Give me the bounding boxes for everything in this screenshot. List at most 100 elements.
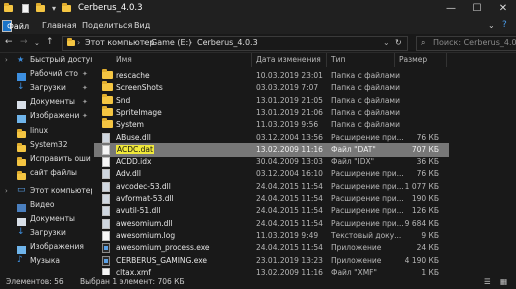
download-icon: ↓	[17, 82, 25, 92]
download-icon: ↓	[17, 227, 25, 237]
sidebar-item-12[interactable]: ↓ Загрузки	[0, 226, 92, 240]
sidebar-item-label: Документы	[30, 214, 75, 223]
forward-arrow-icon[interactable]: →	[20, 37, 28, 47]
sidebar-item-4[interactable]: Изображени ✦	[0, 109, 92, 123]
sidebar-item-label: Видео	[30, 200, 55, 209]
title-folder-icon	[62, 3, 71, 13]
back-arrow-icon[interactable]: ←	[5, 37, 13, 47]
sidebar-item-13[interactable]: Изображения	[0, 240, 92, 254]
expand-ribbon-icon[interactable]: ⌄	[488, 21, 495, 30]
sidebar-item-8[interactable]: сайт файлы	[0, 166, 92, 180]
highlighted-file-name: ACDC.dat	[116, 144, 154, 154]
exe-icon	[102, 243, 110, 254]
search-box[interactable]: ⌕ Поиск: Cerberus_4.0.3	[416, 36, 516, 51]
sidebar-item-label: Этот компьютер	[30, 186, 92, 195]
sidebar-item-label: Быстрый доступ	[30, 55, 92, 64]
file-row[interactable]: cltax.xmf 13.02.2009 11:16 Файл "XMF" 1 КБ	[94, 266, 449, 275]
ribbon-tabs: Файл Главная Поделиться Вид ⌄ ?	[0, 18, 516, 34]
sidebar-item-label: linux	[30, 126, 49, 135]
file-icon	[102, 194, 110, 204]
folder-icon	[102, 93, 113, 104]
details-view-icon[interactable]: ☰	[484, 275, 491, 289]
file-size: 1 КБ	[421, 267, 439, 275]
navigation-pane: › ★ Быстрый доступ Рабочий сто ✦ ↓ Загрузки ✦ До…	[0, 53, 92, 275]
address-dropdown-icon[interactable]: ⌄	[383, 38, 390, 47]
sidebar-item-14[interactable]: ♪ Музыка	[0, 254, 92, 268]
file-type: Файл "XMF"	[331, 267, 377, 275]
sidebar-item-3[interactable]: Документы ✦	[0, 95, 92, 109]
exe-icon	[102, 255, 110, 266]
sidebar-item-1[interactable]: Рабочий сто ✦	[0, 67, 92, 81]
quick-access-properties-icon[interactable]	[22, 4, 31, 13]
app-icon	[4, 3, 13, 13]
sidebar-item-9[interactable]: › ▭ Этот компьютер	[0, 184, 92, 198]
sidebar-item-0[interactable]: › ★ Быстрый доступ	[0, 53, 92, 67]
sidebar-item-2[interactable]: ↓ Загрузки ✦	[0, 81, 92, 95]
sidebar-item-label: Изображени	[30, 111, 80, 120]
sidebar-item-label: Загрузки	[30, 83, 66, 92]
file-icon	[102, 218, 110, 229]
pin-icon: ✦	[82, 98, 88, 106]
folder-icon	[102, 69, 113, 79]
breadcrumb-separator-icon: ›	[189, 38, 193, 47]
minimize-button[interactable]: —	[438, 0, 464, 18]
file-icon	[102, 230, 110, 241]
file-date: 13.02.2009 11:16	[256, 267, 323, 275]
folder-icon	[102, 105, 113, 116]
expand-chevron-icon[interactable]: ›	[5, 53, 8, 67]
breadcrumb-separator-icon: ›	[143, 38, 147, 47]
music-icon: ♪	[17, 255, 23, 265]
search-placeholder: Поиск: Cerberus_4.0.3	[433, 38, 516, 47]
tab-view[interactable]: Вид	[130, 20, 154, 32]
sidebar-item-label: Изображения	[30, 242, 84, 251]
window-title: Cerberus_4.0.3	[78, 3, 143, 13]
sidebar-item-11[interactable]: Документы	[0, 212, 92, 226]
column-header-type[interactable]: Тип	[327, 53, 395, 67]
column-header-name[interactable]: Имя	[94, 53, 252, 67]
up-arrow-icon[interactable]: ↑	[46, 37, 54, 47]
address-bar-row: ← → ⌄ ↑ › Этот компьютер › Game (E:) › C…	[0, 34, 516, 53]
computer-icon: ▭	[17, 185, 26, 195]
sidebar-item-6[interactable]: System32	[0, 138, 92, 152]
file-icon	[102, 206, 110, 217]
maximize-button[interactable]: ☐	[464, 0, 490, 18]
sidebar-item-label: System32	[30, 140, 68, 149]
folder-icon	[17, 169, 26, 183]
breadcrumb-separator-icon: ›	[77, 38, 81, 47]
sidebar-item-5[interactable]: linux	[0, 124, 92, 138]
quick-access-dropdown-icon[interactable]: ▾	[52, 4, 61, 13]
pin-icon: ✦	[82, 84, 88, 92]
address-path[interactable]: › Этот компьютер › Game (E:) › Cerberus_…	[62, 36, 408, 51]
item-count: Элементов: 56	[6, 277, 64, 286]
close-button[interactable]: ✕	[490, 0, 516, 18]
file-icon	[102, 169, 110, 180]
file-icon	[102, 132, 110, 143]
refresh-icon[interactable]: ↻	[395, 38, 402, 47]
sidebar-item-label: Загрузки	[30, 228, 66, 237]
tab-file[interactable]: Файл	[2, 20, 29, 32]
file-icon	[102, 144, 110, 155]
sidebar-item-10[interactable]: Видео	[0, 198, 92, 212]
sidebar-item-label: Рабочий сто	[30, 69, 78, 78]
tab-home[interactable]: Главная	[38, 20, 81, 32]
tab-share[interactable]: Поделиться	[78, 20, 136, 32]
quick-access-new-folder-icon[interactable]	[36, 3, 45, 13]
recent-locations-icon[interactable]: ⌄	[34, 39, 40, 47]
breadcrumb-folder[interactable]: Cerberus_4.0.3	[197, 38, 258, 47]
sidebar-item-label: Документы	[30, 97, 75, 106]
help-icon[interactable]: ?	[502, 20, 507, 30]
breadcrumb-drive[interactable]: Game (E:)	[151, 38, 191, 47]
column-header-date[interactable]: Дата изменения	[252, 53, 327, 67]
title-bar: ▾ Cerberus_4.0.3 — ☐ ✕	[0, 0, 516, 18]
sidebar-item-label: Музыка	[30, 256, 60, 265]
tiles-view-icon[interactable]: ▦	[500, 275, 507, 289]
file-icon	[102, 181, 110, 192]
sidebar-item-7[interactable]: Исправить оши	[0, 152, 92, 166]
status-bar: Элементов: 56 Выбран 1 элемент: 706 КБ ☰…	[0, 275, 516, 289]
search-icon: ⌕	[421, 38, 426, 47]
folder-icon	[102, 81, 113, 92]
pin-icon: ✦	[82, 70, 88, 78]
expand-chevron-icon[interactable]: ›	[5, 184, 8, 198]
column-header-size[interactable]: Размер	[395, 53, 447, 67]
file-list: Имя Дата изменения Тип Размер rescache 10…	[94, 53, 516, 275]
